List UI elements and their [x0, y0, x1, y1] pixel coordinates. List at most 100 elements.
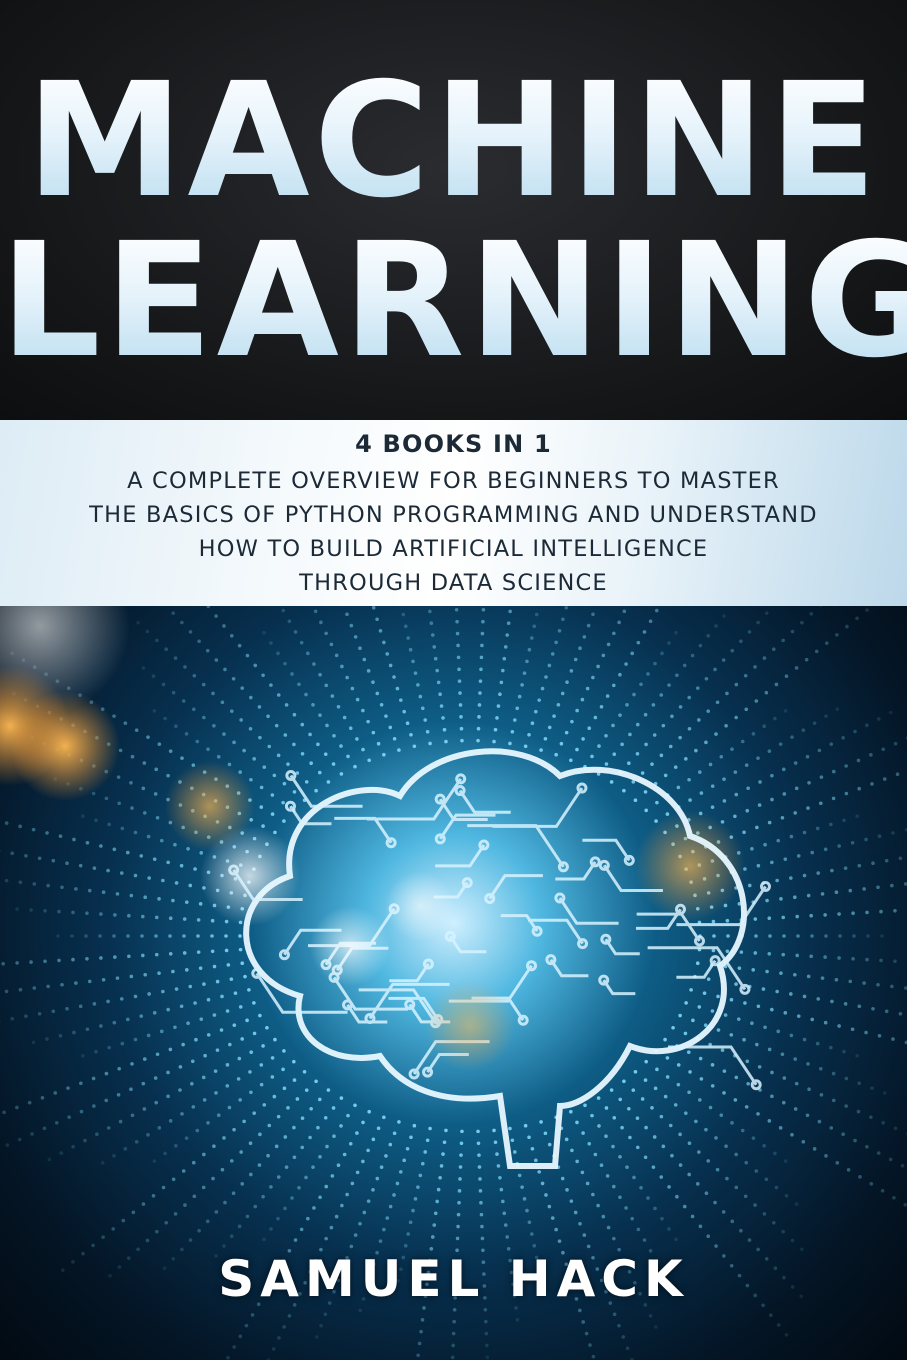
light-dot — [715, 700, 720, 705]
light-dot — [147, 992, 151, 996]
light-dot — [751, 968, 756, 972]
light-dot — [245, 1214, 250, 1219]
light-dot — [155, 815, 160, 820]
light-dot — [743, 1001, 747, 1005]
light-dot — [457, 679, 462, 683]
light-dot — [166, 773, 170, 778]
light-dot — [725, 1176, 729, 1181]
light-dot — [173, 842, 177, 847]
light-dot — [455, 631, 460, 636]
light-dot — [323, 1116, 328, 1120]
light-dot — [195, 1128, 200, 1133]
light-dot — [892, 1195, 896, 1200]
light-dot — [622, 788, 626, 793]
light-dot — [224, 948, 229, 953]
light-dot — [479, 655, 484, 660]
light-dot — [112, 1020, 117, 1025]
light-dot — [498, 1175, 502, 1180]
light-dot — [690, 653, 695, 658]
light-dot — [112, 714, 116, 718]
light-dot — [225, 1063, 230, 1067]
light-dot — [540, 1181, 545, 1186]
light-dot — [349, 623, 354, 628]
light-dot — [547, 1142, 552, 1147]
light-dot — [820, 976, 825, 980]
subtitle-line: THE BASICS OF PYTHON PROGRAMMING AND UND… — [89, 502, 818, 528]
light-dot — [339, 744, 343, 748]
light-dot — [290, 672, 294, 676]
light-dot — [283, 1135, 288, 1139]
light-dot — [375, 617, 379, 622]
light-dot — [269, 683, 273, 687]
light-dot — [318, 1155, 322, 1159]
light-dot — [460, 738, 464, 743]
light-dot — [454, 607, 459, 612]
light-dot — [534, 709, 538, 714]
light-dot — [249, 1172, 253, 1177]
light-dot — [559, 741, 564, 746]
light-dot — [802, 1037, 807, 1042]
light-dot — [253, 663, 258, 668]
light-dot — [706, 1234, 711, 1238]
light-dot — [485, 1355, 490, 1360]
light-dot — [409, 732, 413, 737]
light-dot — [309, 761, 313, 765]
light-dot — [349, 1244, 354, 1249]
light-dot — [483, 1307, 488, 1312]
light-dot — [734, 715, 738, 720]
light-dot — [385, 652, 390, 656]
light-dot — [601, 1214, 606, 1219]
circuit-trace — [500, 914, 539, 933]
light-dot — [358, 1221, 362, 1226]
light-dot — [420, 706, 425, 711]
light-dot — [457, 1189, 462, 1193]
light-dot — [898, 856, 903, 861]
light-dot — [192, 673, 197, 678]
light-dot — [624, 1206, 628, 1210]
light-dot — [476, 1129, 480, 1134]
light-dot — [339, 772, 344, 776]
light-dot — [699, 791, 704, 795]
light-dot — [691, 1018, 695, 1023]
light-dot — [708, 1105, 713, 1110]
light-dot — [794, 1202, 799, 1206]
light-dot — [481, 619, 485, 624]
light-dot — [891, 1037, 895, 1041]
light-dot — [753, 1203, 757, 1207]
light-dot — [704, 1191, 709, 1196]
light-dot — [843, 1002, 848, 1006]
light-dot — [817, 1119, 822, 1124]
light-dot — [575, 708, 579, 713]
light-dot — [725, 918, 730, 923]
light-dot — [15, 1105, 19, 1110]
light-dot — [173, 1025, 177, 1030]
light-dot — [527, 647, 532, 652]
light-dot — [612, 1116, 617, 1120]
light-dot — [550, 1216, 555, 1220]
light-dot — [196, 918, 201, 922]
light-dot — [539, 1120, 543, 1124]
light-dot — [405, 721, 410, 726]
light-dot — [523, 744, 528, 749]
light-dot — [428, 609, 432, 614]
light-dot — [154, 1100, 159, 1105]
light-dot — [643, 712, 648, 717]
light-dot — [130, 1113, 135, 1118]
light-dot — [697, 1005, 702, 1009]
light-dot — [29, 908, 33, 912]
light-dot — [153, 792, 158, 796]
light-dot — [334, 653, 339, 658]
light-dot — [775, 878, 779, 883]
light-dot — [478, 679, 483, 683]
light-dot — [779, 971, 783, 975]
light-dot — [382, 640, 386, 645]
light-dot — [780, 815, 785, 820]
light-dot — [802, 873, 807, 878]
light-dot — [283, 661, 287, 666]
light-dot — [698, 643, 703, 648]
light-dot — [605, 1174, 610, 1178]
light-dot — [671, 1025, 675, 1030]
light-dot — [259, 805, 264, 809]
light-dot — [706, 634, 711, 638]
light-dot — [829, 1045, 833, 1050]
